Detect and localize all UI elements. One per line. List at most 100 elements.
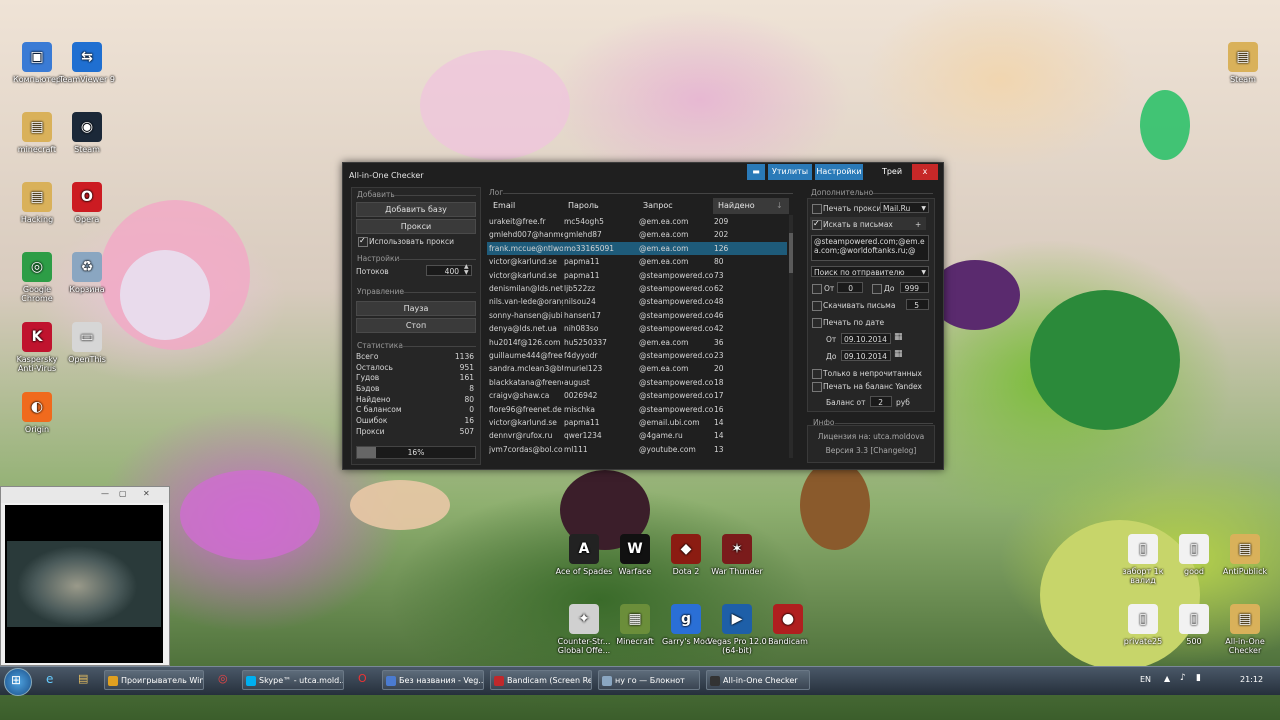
ie-icon[interactable]: e xyxy=(46,672,53,686)
table-row[interactable]: urakeit@free.fr mc54ogh5 @em.ea.com 209 xyxy=(487,215,787,228)
table-row[interactable]: nils.van-lede@orang nilsou24 @steampowered… xyxy=(487,295,787,308)
stepper-arrows-icon[interactable]: ▲ ▼ xyxy=(464,264,469,276)
desktop-icon-label: Bandicam xyxy=(768,637,808,646)
log-scrollbar[interactable] xyxy=(789,215,793,458)
task-aio[interactable]: All-in-One Checker xyxy=(706,670,810,690)
col-header-email[interactable]: Email xyxy=(493,198,515,214)
cell-password: qwer1234 xyxy=(564,431,602,441)
close-button[interactable]: ✕ xyxy=(143,489,150,498)
balance-stepper[interactable]: 2 xyxy=(870,396,892,407)
table-row[interactable]: blackkatana@freene august @steampowered.co… xyxy=(487,376,787,389)
maximize-button[interactable]: ▢ xyxy=(119,489,127,498)
print-by-date-checkbox[interactable] xyxy=(812,318,822,328)
search-letters-checkbox[interactable] xyxy=(812,219,822,230)
volume-icon[interactable]: ♪ xyxy=(1180,673,1186,683)
date-to-picker[interactable]: 09.10.2014 xyxy=(841,350,891,361)
minimize-button[interactable]: — xyxy=(101,489,109,498)
window-titlebar[interactable]: All-in-One Checker ▬ Утилиты Настройки Т… xyxy=(343,163,943,185)
print-proxy-checkbox[interactable] xyxy=(812,204,822,214)
calendar-icon[interactable]: ▦ xyxy=(894,332,903,342)
opera-taskbar-icon[interactable]: O xyxy=(358,672,367,685)
settings-button[interactable]: Настройки xyxy=(815,164,863,180)
utilities-button[interactable]: Утилиты xyxy=(768,164,812,180)
table-row[interactable]: victor@karlund.se papma11 @em.ea.com 80 xyxy=(487,255,787,268)
player-icon xyxy=(108,676,118,686)
to-stepper[interactable]: 999 xyxy=(900,282,929,293)
pause-button[interactable]: Пауза xyxy=(356,301,476,316)
mail-select[interactable]: Mail.Ru ▼ xyxy=(880,202,929,213)
add-domain-button[interactable]: + xyxy=(915,220,921,229)
col-header-found[interactable]: Найдено xyxy=(718,198,755,214)
stop-button[interactable]: Стоп xyxy=(356,318,476,333)
chrome-icon: ◎ xyxy=(22,252,52,282)
cell-found: 209 xyxy=(714,217,729,226)
folder-button[interactable]: ▬ xyxy=(747,164,765,180)
table-row[interactable]: dennvr@rufox.ru qwer1234 @4game.ru 14 xyxy=(487,429,787,442)
desktop-icon-recycle[interactable]: ♻ Корзина xyxy=(56,252,118,294)
table-row[interactable]: frank.mccue@ntlwo mo33165091 @em.ea.com 126 xyxy=(487,241,787,256)
table-row[interactable]: denya@lds.net.ua nih083so @steampowered.co… xyxy=(487,322,787,335)
from-stepper[interactable]: 0 xyxy=(837,282,863,293)
table-row[interactable]: craigv@shaw.ca 0026942 @steampowered.co 17 xyxy=(487,389,787,402)
search-by-select[interactable]: Поиск по отправителю ▼ xyxy=(811,266,929,277)
desktop-icon-openthis[interactable]: ▭ OpenThis xyxy=(56,322,118,364)
task-skype[interactable]: Skype™ - utca.mold... xyxy=(242,670,344,690)
desktop-icon-aio-checker[interactable]: ▤ All-in-One Checker xyxy=(1214,604,1276,655)
desktop-icon-war-thunder[interactable]: ✶ War Thunder xyxy=(706,534,768,576)
close-button[interactable]: x xyxy=(912,164,938,180)
clock[interactable]: 21:12 xyxy=(1240,675,1263,684)
desktop-icon-steam-folder[interactable]: ▤ Steam xyxy=(1212,42,1274,84)
task-notepad[interactable]: ну го — Блокнот xyxy=(598,670,700,690)
table-row[interactable]: gmlehd007@hanme gmlehd87 @em.ea.com 202 xyxy=(487,228,787,241)
table-row[interactable]: denismilan@lds.net. ljb522zz @steampowered… xyxy=(487,282,787,295)
task-paint[interactable]: Без названия - Veg... xyxy=(382,670,484,690)
calendar-icon[interactable]: ▦ xyxy=(894,349,903,359)
desktop-icon-origin[interactable]: ◐ Origin xyxy=(6,392,68,434)
desktop-icon-antipublick[interactable]: ▤ AntiPublick xyxy=(1214,534,1276,576)
table-row[interactable]: victor@karlund.se papma11 @steampowered.co… xyxy=(487,269,787,282)
table-row[interactable]: sandra.mclean3@bt muriel123 @em.ea.com 20 xyxy=(487,362,787,375)
to-checkbox[interactable] xyxy=(872,284,882,294)
desktop-icon-teamviewer[interactable]: ⇆ TeamViewer 9 xyxy=(56,42,118,84)
table-row[interactable]: victor@karlund.se papma11 @email.ubi.com 14 xyxy=(487,416,787,429)
date-from-picker[interactable]: 09.10.2014 xyxy=(841,333,891,344)
domains-textarea[interactable]: @steampowered.com;@em.ea.com;@worldoftan… xyxy=(811,235,929,261)
print-yandex-label: Печать на баланс Yandex xyxy=(823,382,922,391)
add-base-button[interactable]: Добавить базу xyxy=(356,202,476,217)
desktop-icon-steam[interactable]: ◉ Steam xyxy=(56,112,118,154)
stats-row: Ошибок 16 xyxy=(356,416,476,427)
col-header-query[interactable]: Запрос xyxy=(643,198,673,214)
only-unread-checkbox[interactable] xyxy=(812,369,822,379)
table-row[interactable]: sonny-hansen@jubi hansen17 @steampowered.c… xyxy=(487,309,787,322)
download-stepper[interactable]: 5 xyxy=(906,299,929,310)
col-header-password[interactable]: Пароль xyxy=(568,198,599,214)
desktop-icon-bandicam[interactable]: ● Bandicam xyxy=(757,604,819,646)
task-player[interactable]: Проигрыватель Win... xyxy=(104,670,204,690)
start-button[interactable]: ⊞ xyxy=(4,668,32,696)
table-row[interactable]: flore96@freenet.de mischka @steampowered.c… xyxy=(487,403,787,416)
print-yandex-checkbox[interactable] xyxy=(812,382,822,392)
language-indicator[interactable]: EN xyxy=(1140,675,1151,684)
from-checkbox[interactable] xyxy=(812,284,822,294)
tray-arrow-icon[interactable]: ▲ xyxy=(1164,674,1170,683)
version-link[interactable]: Версия 3.3 [Changelog] xyxy=(808,446,934,455)
download-letters-checkbox[interactable] xyxy=(812,301,822,311)
proxy-button[interactable]: Прокси xyxy=(356,219,476,234)
cell-found: 36 xyxy=(714,337,724,347)
tray-button[interactable]: Трей xyxy=(877,164,907,180)
scrollbar-thumb[interactable] xyxy=(789,233,793,273)
desktop-icon-opera[interactable]: O Opera xyxy=(56,182,118,224)
table-row[interactable]: jvm7cordas@bol.co ml111 @youtube.com 13 xyxy=(487,443,787,456)
chrome-taskbar-icon[interactable]: ◎ xyxy=(218,672,228,685)
table-row[interactable]: hu2014f@126.com hu5250337 @em.ea.com 36 xyxy=(487,336,787,349)
task-bandicam[interactable]: Bandicam (Screen Re... xyxy=(490,670,592,690)
explorer-icon[interactable]: ▤ xyxy=(78,672,88,685)
use-proxy-checkbox[interactable] xyxy=(358,236,368,247)
garrys-mod-icon: g xyxy=(671,604,701,634)
video-titlebar[interactable]: — ▢ ✕ xyxy=(1,487,169,503)
extra-section-title: Дополнительно xyxy=(811,188,874,197)
network-icon[interactable]: ▮ xyxy=(1196,673,1201,683)
cell-email: victor@karlund.se xyxy=(489,418,557,427)
table-row[interactable]: guillaume444@free. f4dyyodr @steampowered.… xyxy=(487,349,787,362)
cell-email: gmlehd007@hanme xyxy=(489,230,563,240)
